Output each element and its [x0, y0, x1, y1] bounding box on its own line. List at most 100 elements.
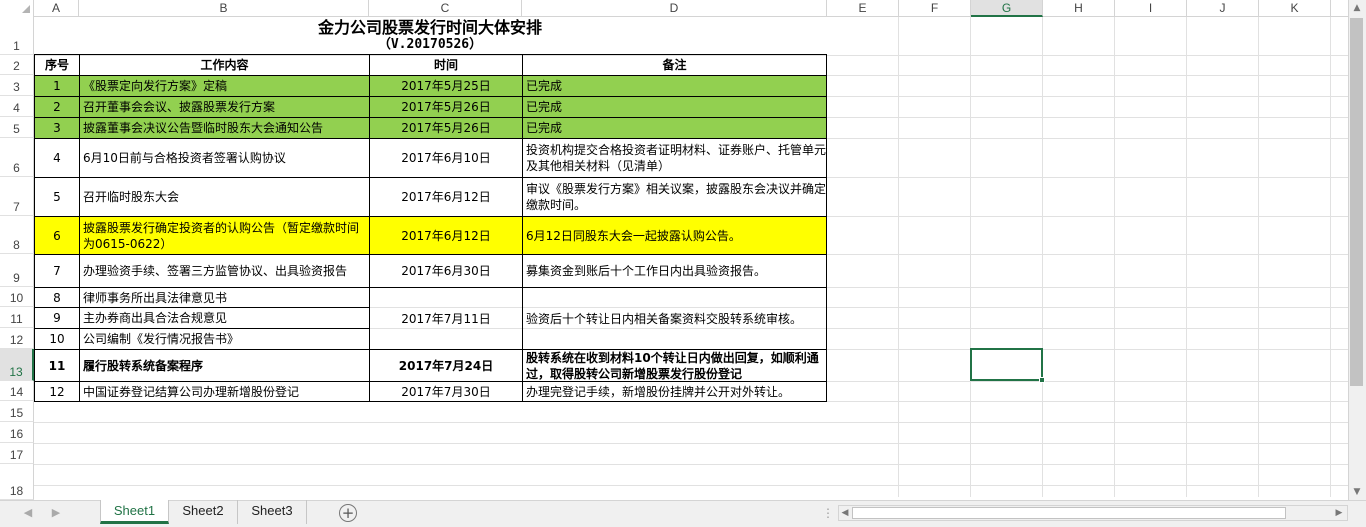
- column-header-i[interactable]: I: [1115, 0, 1187, 17]
- task-2-time[interactable]: 2017年5月26日: [369, 96, 523, 118]
- task-6-work[interactable]: 披露股票发行确定投资者的认购公告（暂定缴款时间为0615-0622）: [79, 216, 370, 255]
- column-header-k[interactable]: K: [1259, 0, 1331, 17]
- task-1-seq[interactable]: 1: [34, 75, 80, 97]
- tab-sheet2[interactable]: Sheet2: [169, 500, 238, 524]
- sheet-title[interactable]: 金力公司股票发行时间大体安排: [34, 18, 826, 37]
- prev-sheet-icon[interactable]: ◀: [18, 504, 38, 522]
- row-header-2[interactable]: 2: [0, 55, 34, 75]
- column-header-j[interactable]: J: [1187, 0, 1259, 17]
- row-header-16[interactable]: 16: [0, 422, 34, 443]
- sheet-subtitle-version[interactable]: （V.20170526）: [34, 37, 826, 53]
- task-2-work[interactable]: 召开董事会会议、披露股票发行方案: [79, 96, 370, 118]
- task-9-work[interactable]: 主办券商出具合法合规意见: [79, 307, 370, 329]
- task-5-seq[interactable]: 5: [34, 177, 80, 217]
- row-header-8[interactable]: 8: [0, 216, 34, 254]
- gridline-col-i: [1186, 17, 1187, 497]
- vertical-scroll-thumb[interactable]: [1350, 18, 1363, 386]
- row-header-17[interactable]: 17: [0, 443, 34, 464]
- column-header-a[interactable]: A: [34, 0, 79, 17]
- task-8-work[interactable]: 律师事务所出具法律意见书: [79, 287, 370, 308]
- row-header-6[interactable]: 6: [0, 138, 34, 177]
- gridline-row: [34, 464, 1348, 465]
- task-11-time[interactable]: 2017年7月24日: [369, 349, 523, 382]
- row-header-13[interactable]: 13: [0, 349, 34, 381]
- merged-time-8-10[interactable]: 2017年7月11日: [369, 287, 523, 350]
- task-4-note[interactable]: 投资机构提交合格投资者证明材料、证券账户、托管单元及其他相关材料（见清单）: [522, 138, 827, 178]
- next-sheet-icon[interactable]: ▶: [46, 504, 66, 522]
- header-time[interactable]: 时间: [369, 54, 523, 76]
- task-7-seq[interactable]: 7: [34, 254, 80, 288]
- task-5-time[interactable]: 2017年6月12日: [369, 177, 523, 217]
- row-header-4[interactable]: 4: [0, 96, 34, 117]
- task-1-note[interactable]: 已完成: [522, 75, 827, 97]
- gridline-col-g: [1042, 17, 1043, 497]
- task-2-seq[interactable]: 2: [34, 96, 80, 118]
- row-header-1[interactable]: 1: [0, 17, 34, 55]
- task-7-work[interactable]: 办理验资手续、签署三方监管协议、出具验资报告: [79, 254, 370, 288]
- row-header-7[interactable]: 7: [0, 177, 34, 216]
- column-header-h[interactable]: H: [1043, 0, 1115, 17]
- task-11-work[interactable]: 履行股转系统备案程序: [79, 349, 370, 382]
- task-3-time[interactable]: 2017年5月26日: [369, 117, 523, 139]
- task-3-note[interactable]: 已完成: [522, 117, 827, 139]
- tab-split-handle-icon[interactable]: ⋮: [822, 504, 834, 522]
- task-12-note[interactable]: 办理完登记手续，新增股份挂牌并公开对外转让。: [522, 381, 827, 402]
- task-2-note[interactable]: 已完成: [522, 96, 827, 118]
- add-sheet-icon[interactable]: +: [339, 504, 357, 522]
- header-note[interactable]: 备注: [522, 54, 827, 76]
- column-header-b[interactable]: B: [79, 0, 369, 17]
- row-header-10[interactable]: 10: [0, 287, 34, 307]
- column-header-c[interactable]: C: [369, 0, 522, 17]
- task-4-seq[interactable]: 4: [34, 138, 80, 178]
- row-header-12[interactable]: 12: [0, 328, 34, 349]
- row-header-18[interactable]: 18: [0, 464, 34, 500]
- tab-sheet3[interactable]: Sheet3: [238, 500, 307, 524]
- row-header-9[interactable]: 9: [0, 254, 34, 287]
- task-3-seq[interactable]: 3: [34, 117, 80, 139]
- task-11-seq[interactable]: 11: [34, 349, 80, 382]
- task-5-note[interactable]: 审议《股票发行方案》相关议案，披露股东会决议并确定缴款时间。: [522, 177, 827, 217]
- task-10-seq[interactable]: 10: [34, 328, 80, 350]
- fill-handle[interactable]: [1039, 377, 1045, 383]
- selected-cell-g13[interactable]: [970, 348, 1043, 381]
- task-4-time[interactable]: 2017年6月10日: [369, 138, 523, 178]
- task-7-time[interactable]: 2017年6月30日: [369, 254, 523, 288]
- task-12-seq[interactable]: 12: [34, 381, 80, 402]
- task-1-time[interactable]: 2017年5月25日: [369, 75, 523, 97]
- column-header-e[interactable]: E: [827, 0, 899, 17]
- task-10-work[interactable]: 公司编制《发行情况报告书》: [79, 328, 370, 350]
- row-header-14[interactable]: 14: [0, 381, 34, 401]
- task-12-work[interactable]: 中国证券登记结算公司办理新增股份登记: [79, 381, 370, 402]
- task-3-work[interactable]: 披露董事会决议公告暨临时股东大会通知公告: [79, 117, 370, 139]
- tab-sheet1[interactable]: Sheet1: [100, 500, 169, 524]
- task-11-note[interactable]: 股转系统在收到材料10个转让日内做出回复，如顺利通过，取得股转公司新增股票发行股…: [522, 349, 827, 382]
- column-header-f[interactable]: F: [899, 0, 971, 17]
- column-header-d[interactable]: D: [522, 0, 827, 17]
- task-1-work[interactable]: 《股票定向发行方案》定稿: [79, 75, 370, 97]
- scroll-down-icon[interactable]: ▼: [1349, 484, 1365, 500]
- gridline-row: [34, 485, 1348, 486]
- gridline-col-j: [1258, 17, 1259, 497]
- row-header-15[interactable]: 15: [0, 401, 34, 422]
- horizontal-scroll-thumb[interactable]: [852, 507, 1286, 519]
- header-seq[interactable]: 序号: [34, 54, 80, 76]
- task-9-seq[interactable]: 9: [34, 307, 80, 329]
- scroll-right-icon[interactable]: ▶: [1333, 506, 1345, 520]
- task-8-seq[interactable]: 8: [34, 287, 80, 308]
- task-7-note[interactable]: 募集资金到账后十个工作日内出具验资报告。: [522, 254, 827, 288]
- row-header-5[interactable]: 5: [0, 117, 34, 138]
- scroll-up-icon[interactable]: ▲: [1349, 0, 1365, 16]
- scroll-left-icon[interactable]: ◀: [839, 506, 851, 520]
- gridline-col-k: [1330, 17, 1331, 497]
- header-work[interactable]: 工作内容: [79, 54, 370, 76]
- task-5-work[interactable]: 召开临时股东大会: [79, 177, 370, 217]
- task-6-note[interactable]: 6月12日同股东大会一起披露认购公告。: [522, 216, 827, 255]
- column-header-g[interactable]: G: [971, 0, 1043, 17]
- task-6-seq[interactable]: 6: [34, 216, 80, 255]
- row-header-3[interactable]: 3: [0, 75, 34, 96]
- task-6-time[interactable]: 2017年6月12日: [369, 216, 523, 255]
- merged-note-8-10[interactable]: 验资后十个转让日内相关备案资料交股转系统审核。: [522, 287, 827, 350]
- row-header-11[interactable]: 11: [0, 307, 34, 328]
- task-4-work[interactable]: 6月10日前与合格投资者签署认购协议: [79, 138, 370, 178]
- task-12-time[interactable]: 2017年7月30日: [369, 381, 523, 402]
